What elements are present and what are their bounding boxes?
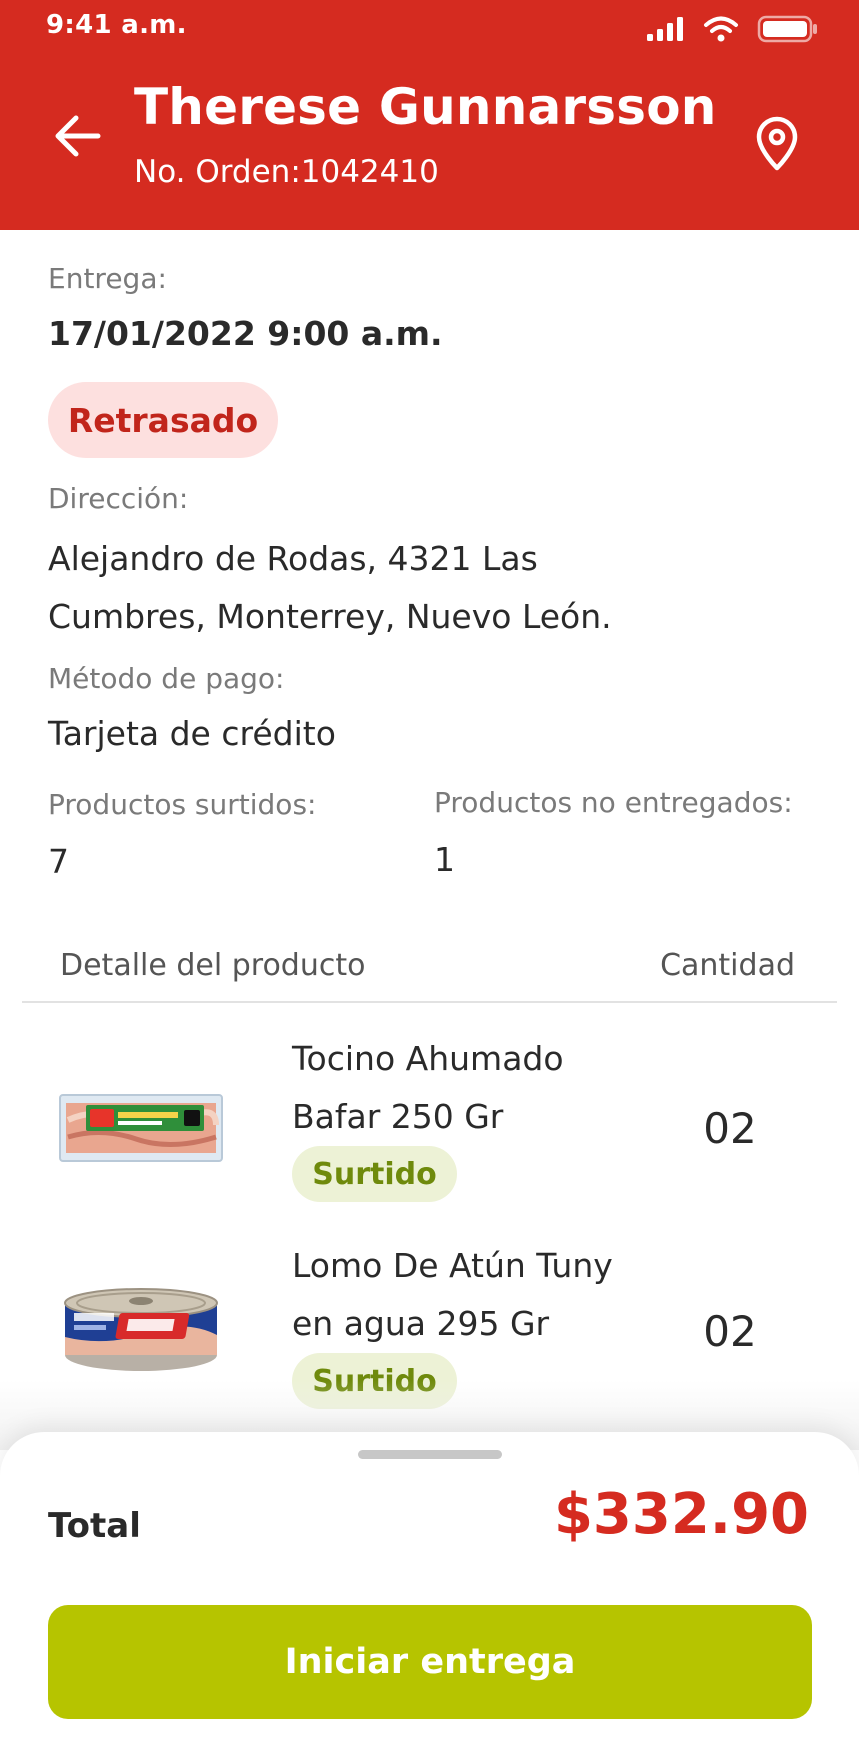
address-label: Dirección:	[48, 482, 189, 515]
battery-icon	[757, 15, 817, 43]
product-status-badge: Surtido	[292, 1146, 457, 1202]
order-number-line: No. Orden:1042410	[134, 154, 439, 190]
supplied-products-value: 7	[48, 842, 69, 881]
product-name: Lomo De Atún Tuny en agua 295 Gr	[292, 1246, 613, 1343]
not-delivered-products-label: Productos no entregados:	[434, 786, 793, 819]
delivery-datetime: 17/01/2022 9:00 a.m.	[48, 314, 443, 353]
order-number-label: No. Orden:	[134, 154, 301, 190]
cellular-signal-icon	[647, 17, 683, 41]
table-divider	[22, 1001, 837, 1003]
product-name: Tocino Ahumado Bafar 250 Gr	[292, 1039, 564, 1136]
product-quantity: 02	[703, 1104, 757, 1153]
start-delivery-button[interactable]: Iniciar entrega	[48, 1605, 812, 1719]
page-title: Therese Gunnarsson	[134, 78, 717, 136]
table-header-detail: Detalle del producto	[60, 948, 366, 983]
app-header: 9:41 a.m. Therese Gunnarsson No. Orden:1…	[0, 0, 859, 230]
supplied-products-label: Productos surtidos:	[48, 788, 317, 821]
table-header-quantity: Cantidad	[660, 948, 795, 983]
sheet-drag-handle[interactable]	[358, 1450, 502, 1459]
not-delivered-products-value: 1	[434, 840, 455, 879]
wifi-icon	[704, 16, 738, 42]
arrow-left-icon[interactable]	[50, 108, 106, 164]
table-row[interactable]: Tocino Ahumado Bafar 250 Gr 02 Surtido	[0, 1030, 859, 1230]
order-number-value: 1042410	[300, 154, 439, 190]
status-badge: Retrasado	[48, 382, 278, 458]
payment-method-value: Tarjeta de crédito	[48, 714, 336, 753]
delivery-label: Entrega:	[48, 262, 167, 295]
total-label: Total	[48, 1506, 141, 1546]
address-value: Alejandro de Rodas, 4321 Las Cumbres, Mo…	[48, 539, 612, 636]
total-value: $332.90	[553, 1482, 809, 1547]
status-bar-time: 9:41 a.m.	[46, 10, 187, 40]
product-image-bacon	[59, 1094, 223, 1162]
status-bar-icons	[645, 12, 819, 46]
product-image-tuna	[64, 1288, 218, 1371]
payment-method-label: Método de pago:	[48, 662, 285, 695]
bottom-sheet: Total $332.90 Iniciar entrega	[0, 1432, 859, 1751]
map-pin-icon[interactable]	[753, 116, 801, 172]
product-quantity: 02	[703, 1307, 757, 1356]
